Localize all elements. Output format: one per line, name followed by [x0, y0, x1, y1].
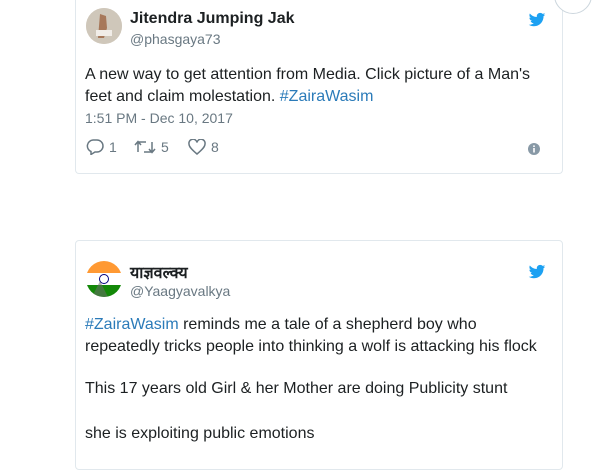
- reply-icon: [86, 139, 104, 155]
- tweet-text-line-1: #ZairaWasim reminds me a tale of a sheph…: [85, 314, 477, 336]
- tweet-text-line-3: This 17 years old Girl & her Mother are …: [85, 380, 508, 397]
- user-handle[interactable]: @phasgaya73: [130, 31, 221, 47]
- retweet-icon: [134, 140, 156, 154]
- display-name[interactable]: Jitendra Jumping Jak: [130, 10, 295, 28]
- tweet-text-line-2: feet and claim molestation. #ZairaWasim: [85, 86, 373, 108]
- hashtag-link[interactable]: #ZairaWasim: [85, 316, 179, 333]
- tweet-card-2[interactable]: याज्ञवल्क्य @Yaagyavalkya #ZairaWasim re…: [75, 240, 563, 470]
- tweet-card-1[interactable]: Jitendra Jumping Jak @phasgaya73 A new w…: [75, 0, 592, 174]
- like-count: 8: [211, 139, 219, 155]
- hashtag-link[interactable]: #ZairaWasim: [280, 88, 374, 105]
- info-icon[interactable]: [528, 143, 540, 155]
- reply-button[interactable]: 1: [86, 139, 117, 155]
- flag-avatar-image: [86, 261, 122, 297]
- tweet-text-plain: reminds me a tale of a shepherd boy who: [178, 316, 477, 333]
- tweet-text-line-2: repeatedly tricks people into thinking a…: [85, 338, 537, 355]
- twitter-bird-icon[interactable]: [527, 11, 547, 29]
- like-button[interactable]: 8: [188, 139, 219, 155]
- timestamp-link[interactable]: 1:51 PM - Dec 10, 2017: [85, 110, 233, 126]
- avatar[interactable]: [86, 261, 122, 297]
- twitter-bird-icon[interactable]: [527, 263, 547, 281]
- retweet-button[interactable]: 5: [134, 139, 169, 155]
- like-icon: [188, 139, 206, 155]
- user-handle[interactable]: @Yaagyavalkya: [130, 283, 230, 299]
- more-options-button[interactable]: [554, 0, 592, 14]
- tweet-text-line-4: she is exploiting public emotions: [85, 425, 315, 442]
- reply-count: 1: [109, 139, 117, 155]
- display-name[interactable]: याज्ञवल्क्य: [130, 261, 188, 283]
- tweet-text-line-1: A new way to get attention from Media. C…: [85, 66, 531, 83]
- retweet-count: 5: [161, 139, 169, 155]
- avatar-image: [86, 8, 122, 44]
- avatar[interactable]: [86, 8, 122, 44]
- tweet-text-plain: feet and claim molestation.: [85, 88, 280, 105]
